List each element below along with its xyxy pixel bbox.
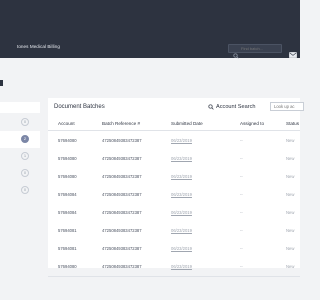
account-cell: 57694080	[58, 174, 77, 179]
account-search-link[interactable]: Account Search	[208, 104, 256, 110]
sidebar: 0 2 1 0 0	[0, 102, 40, 298]
status-cell: New	[286, 264, 295, 269]
account-lookup-input[interactable]	[274, 103, 304, 110]
assigned-to-cell: --	[240, 192, 243, 197]
batch-reference-cell: 47250849383472387	[102, 210, 142, 215]
status-cell: New	[286, 156, 295, 161]
account-lookup-box[interactable]	[270, 102, 304, 111]
assigned-to-cell: --	[240, 138, 243, 143]
account-cell: 57694080	[58, 156, 77, 161]
account-cell: 57694081	[58, 246, 77, 251]
sidebar-item[interactable]: 0	[0, 114, 40, 131]
account-cell: 57694080	[58, 264, 77, 269]
search-icon	[233, 46, 239, 64]
account-cell: 57694081	[58, 228, 77, 233]
column-header-status[interactable]: Status	[286, 121, 299, 126]
submitted-date-cell[interactable]: 06/23/2019	[171, 228, 192, 233]
count-badge: 1	[21, 152, 29, 160]
sidebar-item[interactable]: 1	[0, 148, 40, 165]
table-row[interactable]: 57694084 47250849383472387 06/23/2019 --…	[48, 204, 300, 222]
count-badge: 0	[21, 118, 29, 126]
page-title-fragment	[0, 80, 3, 86]
submitted-date-cell[interactable]: 06/23/2019	[171, 246, 192, 251]
status-cell: New	[286, 192, 295, 197]
account-search-label: Account Search	[216, 104, 256, 110]
batch-reference-cell: 47250849383472387	[102, 246, 142, 251]
submitted-date-cell[interactable]: 06/23/2019	[171, 174, 192, 179]
submitted-date-cell[interactable]: 06/23/2019	[171, 210, 192, 215]
account-cell: 57694084	[58, 192, 77, 197]
sidebar-header	[0, 102, 40, 113]
status-cell: New	[286, 174, 295, 179]
count-badge: 0	[21, 169, 29, 177]
table-row[interactable]: 57694080 47250849383472387 06/23/2019 --…	[48, 132, 300, 150]
column-header-assigned-to[interactable]: Assigned to	[240, 121, 264, 126]
assigned-to-cell: --	[240, 210, 243, 215]
sidebar-item[interactable]: 0	[0, 182, 40, 199]
assigned-to-cell: --	[240, 174, 243, 179]
column-header-batch-reference[interactable]: Batch Reference #	[102, 121, 140, 126]
global-search-box[interactable]	[228, 44, 282, 59]
batch-reference-cell: 47250849383472387	[102, 192, 142, 197]
count-badge: 0	[21, 186, 29, 194]
batch-reference-cell: 47250849383472387	[102, 174, 142, 179]
submitted-date-cell[interactable]: 06/23/2019	[171, 156, 192, 161]
sidebar-list: 0 2 1 0 0	[0, 114, 40, 199]
table-row[interactable]: 57694081 47250849383472387 06/23/2019 --…	[48, 222, 300, 240]
submitted-date-cell[interactable]: 06/23/2019	[171, 192, 192, 197]
batch-reference-cell: 47250849383472387	[102, 138, 142, 143]
mail-icon[interactable]	[289, 45, 297, 63]
divider	[48, 276, 300, 277]
table-row[interactable]: 57694081 47250849383472387 06/23/2019 --…	[48, 240, 300, 258]
sidebar-item-active[interactable]: 2	[0, 131, 40, 148]
assigned-to-cell: --	[240, 264, 243, 269]
section-title: Document Batches	[54, 104, 105, 110]
table-row[interactable]: 57694080 47250849383472387 06/23/2019 --…	[48, 168, 300, 186]
sidebar-item[interactable]: 0	[0, 165, 40, 182]
column-header-submitted-date[interactable]: Submitted Date	[171, 121, 203, 126]
status-cell: New	[286, 210, 295, 215]
account-cell: 57694080	[58, 138, 77, 143]
table-row[interactable]: 57694080 47250849383472387 06/23/2019 --…	[48, 150, 300, 168]
table-row[interactable]: 57694080 47250849383472387 06/23/2019 --…	[48, 258, 300, 276]
global-search-input[interactable]	[241, 45, 281, 52]
table-header: Account Batch Reference # Submitted Date…	[48, 120, 300, 131]
document-batches-panel: Document Batches Account Search Account …	[48, 98, 304, 269]
table-body: 57694080 47250849383472387 06/23/2019 --…	[48, 132, 300, 276]
assigned-to-cell: --	[240, 246, 243, 251]
status-cell: New	[286, 246, 295, 251]
account-cell: 57694084	[58, 210, 77, 215]
batch-reference-cell: 47250849383472387	[102, 228, 142, 233]
column-header-account[interactable]: Account	[58, 121, 75, 126]
batch-reference-cell: 47250849383472387	[102, 264, 142, 269]
status-cell: New	[286, 228, 295, 233]
assigned-to-cell: --	[240, 156, 243, 161]
assigned-to-cell: --	[240, 228, 243, 233]
submitted-date-cell[interactable]: 06/23/2019	[171, 264, 192, 269]
submitted-date-cell[interactable]: 06/23/2019	[171, 138, 192, 143]
batch-reference-cell: 47250849383472387	[102, 156, 142, 161]
table-row[interactable]: 57694084 47250849383472387 06/23/2019 --…	[48, 186, 300, 204]
count-badge: 2	[21, 135, 29, 143]
app-brand-title: tones Medical Billing	[17, 44, 60, 49]
status-cell: New	[286, 138, 295, 143]
top-navigation-bar: tones Medical Billing	[0, 0, 300, 59]
search-icon	[208, 104, 214, 112]
